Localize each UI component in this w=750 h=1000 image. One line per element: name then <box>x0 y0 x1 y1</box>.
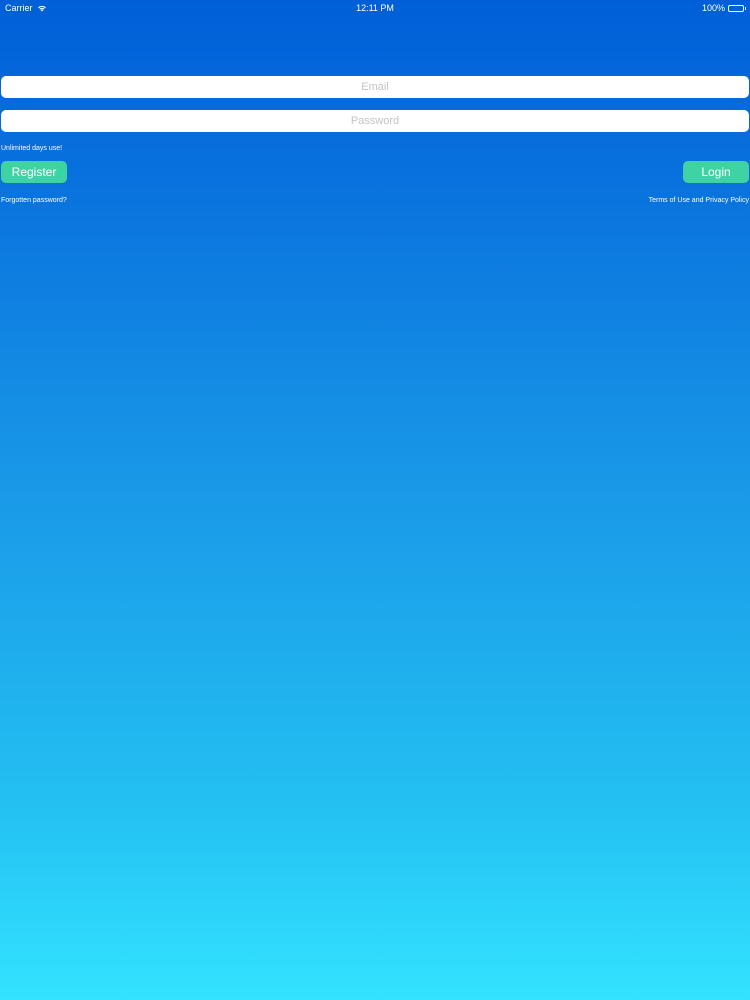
email-field[interactable] <box>1 76 749 98</box>
status-time: 12:11 PM <box>356 3 394 13</box>
password-field[interactable] <box>1 110 749 132</box>
register-button[interactable]: Register <box>1 161 67 183</box>
status-right: 100% <box>702 0 746 16</box>
promo-text: Unlimited days use! <box>1 145 63 152</box>
battery-percentage: 100% <box>701 3 725 13</box>
status-bar: Carrier 12:11 PM 100% <box>0 0 750 16</box>
forgot-password-link[interactable]: Forgotten password? <box>1 196 67 205</box>
battery-icon <box>728 4 746 12</box>
login-screen: Carrier 12:11 PM 100% Unlimited days use… <box>0 0 750 1000</box>
terms-privacy-link[interactable]: Terms of Use and Privacy Policy <box>649 196 749 205</box>
login-button[interactable]: Login <box>683 161 749 183</box>
